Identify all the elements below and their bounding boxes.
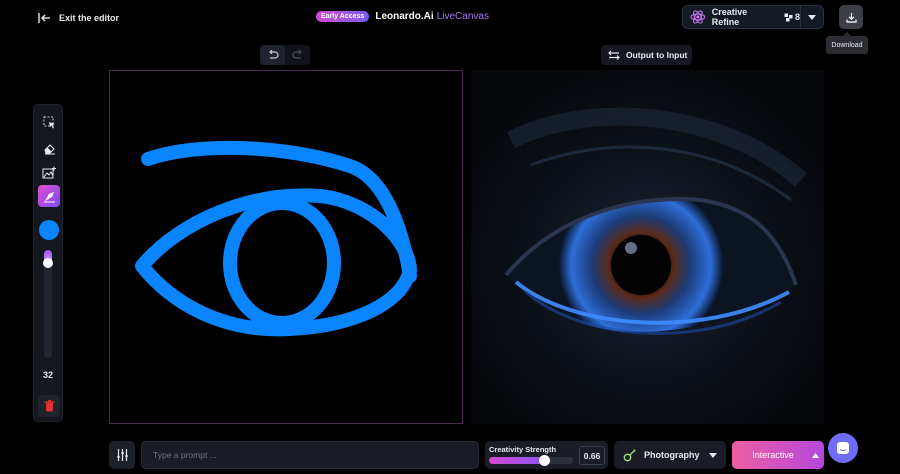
download-icon	[845, 12, 857, 23]
redo-icon	[291, 50, 302, 59]
creativity-strength-slider[interactable]	[489, 455, 573, 466]
creativity-strength-control: Creativity Strength 0.66	[485, 441, 608, 469]
interactive-label: Interactive	[752, 450, 794, 460]
app-title: Early Access Leonardo.Ai LiveCanvas	[316, 11, 489, 22]
camera-lens-icon	[623, 449, 636, 461]
clear-canvas-button[interactable]	[38, 395, 60, 417]
creative-refine-label: Creative Refine	[711, 7, 748, 27]
exit-arrow-icon	[38, 13, 50, 23]
output-to-input-label: Output to Input	[626, 50, 688, 60]
chevron-up-icon[interactable]	[812, 452, 819, 458]
exit-editor-button[interactable]: Exit the editor	[38, 10, 119, 26]
refine-options-button[interactable]	[801, 6, 823, 28]
token-icon	[784, 13, 793, 21]
image-upload-button[interactable]	[38, 161, 60, 183]
creative-refine-button[interactable]: Creative Refine 8	[683, 6, 801, 28]
brush-size-handle[interactable]	[43, 258, 53, 268]
generation-settings-button[interactable]	[109, 441, 135, 469]
chevron-down-icon	[709, 452, 717, 458]
interactive-mode-button[interactable]: Interactive	[732, 441, 824, 469]
brush-size-slider[interactable]	[43, 250, 53, 358]
token-count-value: 8	[794, 12, 800, 22]
style-label: Photography	[644, 450, 700, 460]
eraser-tool-button[interactable]	[38, 137, 60, 159]
select-tool-button[interactable]	[38, 111, 60, 133]
brush-size-value: 32	[42, 370, 53, 380]
creative-refine-dropdown[interactable]: Creative Refine 8	[682, 5, 824, 29]
eye-photo	[471, 70, 824, 424]
output-to-input-button[interactable]: Output to Input	[601, 45, 692, 65]
undo-redo-group	[260, 45, 310, 65]
app-product-name: LiveCanvas	[436, 11, 489, 22]
undo-icon	[268, 50, 279, 59]
chevron-down-icon	[808, 14, 816, 20]
chat-bubble-icon	[837, 442, 849, 454]
trash-icon	[44, 400, 54, 412]
brush-tool-button[interactable]	[38, 185, 60, 207]
brush-icon	[43, 191, 55, 202]
image-add-icon	[42, 166, 56, 178]
app-name: Leonardo.Ai	[375, 11, 434, 22]
swap-arrows-icon	[608, 50, 620, 60]
generated-output-image	[471, 70, 824, 424]
drawing-canvas[interactable]	[109, 70, 463, 424]
exit-editor-label: Exit the editor	[59, 13, 120, 23]
sliders-icon	[116, 449, 128, 461]
brush-color-swatch[interactable]	[39, 220, 59, 240]
download-tooltip: Download	[826, 32, 868, 54]
creativity-strength-handle[interactable]	[539, 455, 550, 466]
prompt-input[interactable]	[141, 441, 479, 469]
creativity-strength-fill	[489, 457, 544, 464]
style-dropdown[interactable]: Photography	[614, 441, 726, 469]
creativity-strength-label: Creativity Strength	[489, 445, 557, 454]
atom-icon	[690, 10, 706, 24]
undo-button[interactable]	[260, 45, 285, 65]
tool-palette: 32	[33, 104, 63, 422]
redo-button[interactable]	[285, 45, 310, 65]
token-count: 8	[784, 12, 800, 22]
support-chat-button[interactable]	[828, 433, 858, 463]
eraser-icon	[43, 143, 55, 154]
select-cursor-icon	[43, 116, 55, 128]
early-access-badge: Early Access	[316, 11, 370, 22]
eye-sketch-drawing	[135, 140, 417, 337]
download-button[interactable]	[839, 5, 863, 29]
creativity-strength-value[interactable]: 0.66	[579, 446, 605, 465]
